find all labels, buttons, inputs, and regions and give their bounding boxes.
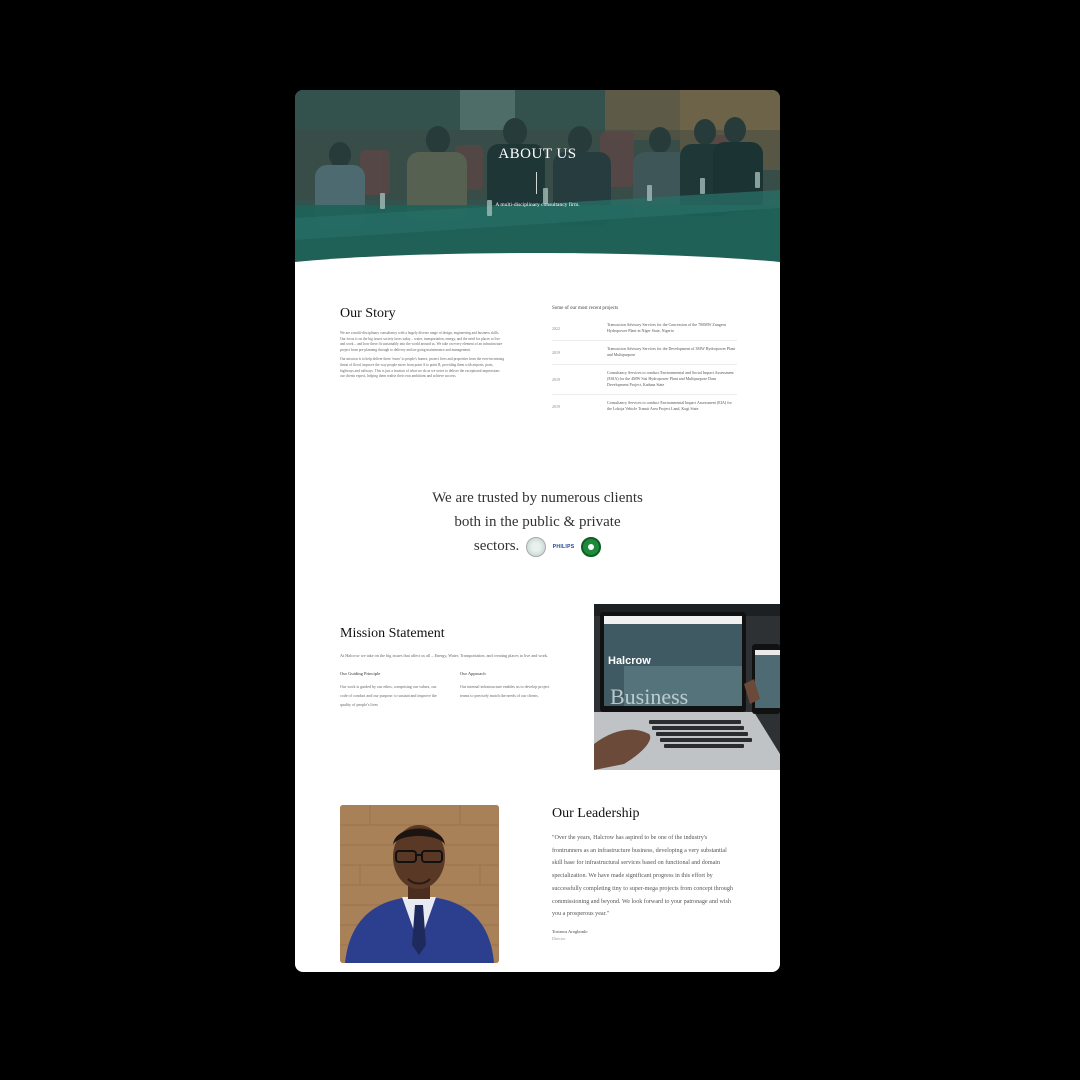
client-logo-philips: PHILIPS [552,543,575,550]
guiding-principle-title: Our Guiding Principle [340,671,381,676]
project-row[interactable]: 2022 Transaction Advisory Services for t… [552,317,737,341]
project-description: Consultancy Services to conduct Environm… [607,370,734,387]
leadership-heading-highlight: Leadership [577,806,640,823]
about-page: ABOUT US A multi-disciplinary consultanc… [295,90,780,972]
project-year: 2022 [552,325,560,331]
leadership-section: Our Leadership "Over the years, Halcrow … [552,806,738,941]
project-row[interactable]: 2019 Consultancy Services to conduct Env… [552,395,737,418]
hero-tagline: A multi-disciplinary consultancy firm. [495,202,580,208]
mission-lead: At Halcrow we take on the big issues tha… [340,653,549,658]
mission-heading-highlight: Statement [388,626,445,643]
laptop-photo: Halcrow Business [594,604,780,770]
mission-section: Mission Statement At Halcrow we take on … [340,626,558,709]
story-section: Our Story We are a multi-disciplinary co… [340,306,505,384]
project-year: 2019 [552,376,560,382]
laptop-screen-brand: Halcrow [608,655,651,667]
story-paragraph: We are a multi-disciplinary consultancy … [340,331,503,352]
project-description: Consultancy Services to conduct Environm… [607,400,732,411]
laptop-screen-word: Business [610,684,688,709]
approach-title: Our Approach [460,671,486,676]
client-logo-seal [526,536,547,557]
mission-heading: Mission Statement [340,626,445,643]
project-description: Transaction Advisory Services for the Co… [607,322,726,333]
director-name: Tosinwa Arogbonlo [552,928,588,934]
project-row[interactable]: 2019 Transaction Advisory Services for t… [552,341,737,365]
hero-banner: ABOUT US A multi-disciplinary consultanc… [295,90,780,270]
page-title: ABOUT US [498,146,577,162]
clients-line-3-row: sectors. PHILIPS [390,534,685,559]
approach: Our Approach Our internal infrastructure… [460,671,558,709]
clients-line-3: sectors. [473,538,520,554]
clients-line-2: both in the public & private [454,514,621,530]
clients-line-1: We are trusted by numerous clients [432,490,643,506]
project-year: 2019 [552,349,560,355]
leadership-quote: "Over the years, Halcrow has aspired to … [552,835,733,918]
recent-projects: Some of our most recent projects 2022 Tr… [552,306,737,418]
story-paragraph: Our mission is to help deliver these 'ea… [340,357,505,379]
guiding-principle-body: Our work is guided by our ethos, compris… [340,684,437,707]
client-logo-coat-of-arms [581,536,602,557]
director-role: Director [552,935,566,941]
story-heading-highlight: Story [365,306,396,323]
clients-section: We are trusted by numerous clients both … [390,486,685,559]
project-row[interactable]: 2019 Consultancy Services to conduct Env… [552,365,737,395]
hero-divider [536,172,537,194]
director-portrait [340,805,499,963]
project-year: 2019 [552,403,560,409]
guiding-principle: Our Guiding Principle Our work is guided… [340,671,438,709]
story-heading: Our Story [340,306,396,323]
projects-heading: Some of our most recent projects [552,306,619,311]
leadership-heading: Our Leadership [552,806,640,823]
project-description: Transaction Advisory Services for the De… [607,346,736,357]
hero-meeting-photo [295,90,780,270]
approach-body: Our internal infrastructure enables us t… [460,684,550,698]
